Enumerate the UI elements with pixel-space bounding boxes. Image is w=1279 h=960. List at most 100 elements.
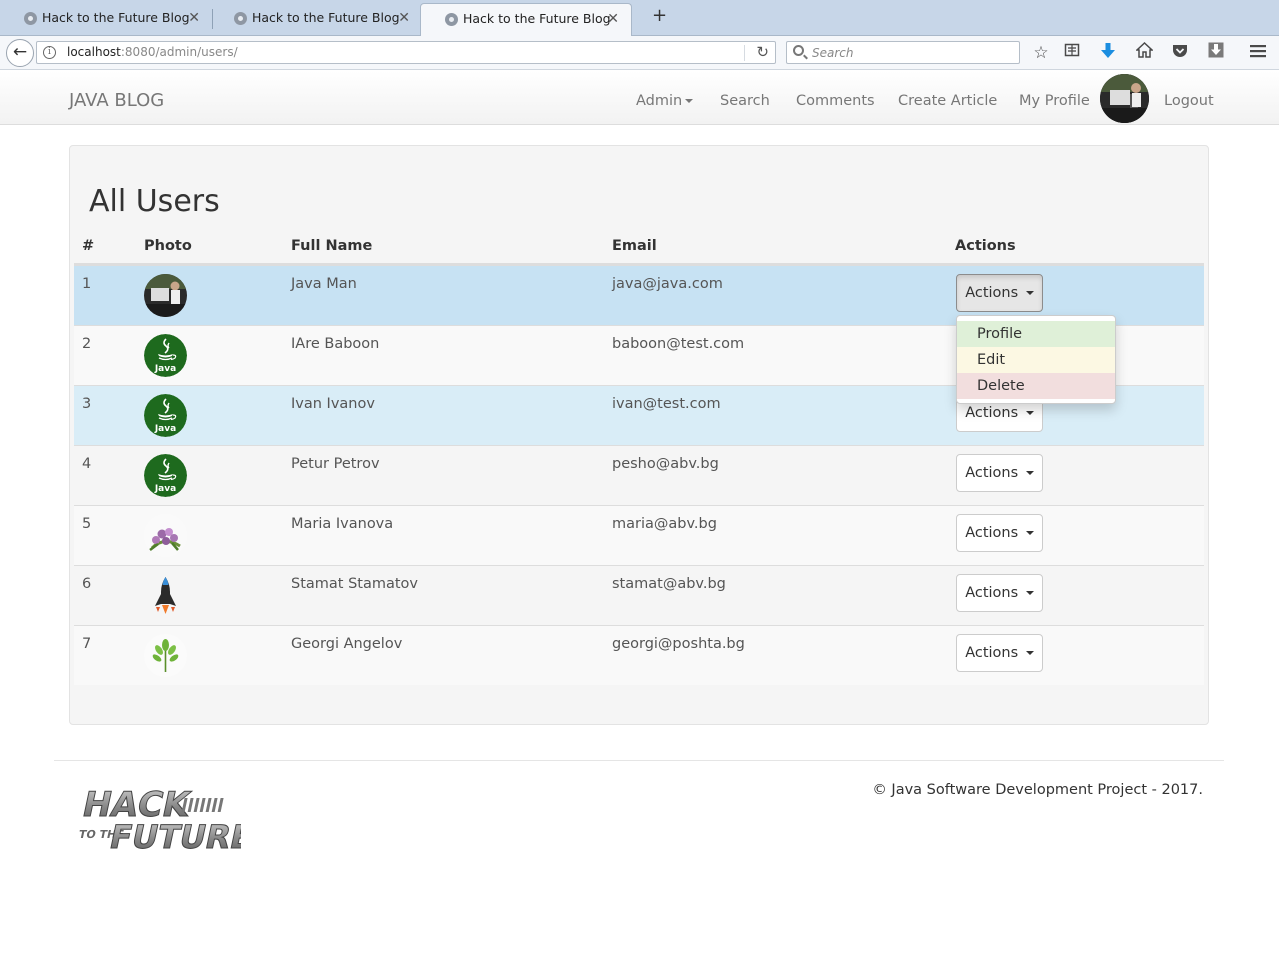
downloads-panel-icon[interactable]	[1205, 42, 1227, 64]
user-number: 5	[82, 516, 92, 532]
reading-list-icon[interactable]	[1061, 42, 1083, 64]
table-row: 5 Maria Ivanova maria@abv.bg Actions	[74, 505, 1204, 565]
search-icon	[793, 45, 804, 56]
user-full-name: Java Man	[291, 276, 357, 292]
user-full-name: Stamat Stamatov	[291, 576, 419, 592]
user-photo	[144, 274, 187, 317]
footer-divider	[54, 760, 1224, 761]
actions-button-label: Actions	[965, 525, 1019, 541]
tab-title: Hack to the Future Blog	[42, 10, 190, 25]
home-icon[interactable]	[1133, 41, 1155, 64]
column-header-number: #	[82, 238, 95, 254]
caret-down-icon	[1025, 411, 1034, 415]
table-row: 6 Stamat Stamatov stamat@abv.bg Actions	[74, 565, 1204, 625]
column-header-photo: Photo	[144, 238, 192, 254]
nav-search-link[interactable]: Search	[720, 93, 770, 109]
java-logo-text: Java	[154, 364, 176, 374]
user-photo	[144, 514, 187, 557]
copyright-text: © Java Software Development Project - 20…	[872, 782, 1203, 798]
column-header-actions: Actions	[955, 238, 1016, 254]
bookmark-star-icon[interactable]: ☆	[1030, 42, 1052, 64]
browser-tab[interactable]: Hack to the Future Blog ✕	[210, 3, 423, 36]
user-email: maria@abv.bg	[612, 516, 717, 532]
url-path: :8080/admin/users/	[120, 45, 238, 59]
nav-logout-link[interactable]: Logout	[1164, 93, 1214, 109]
nav-admin-label: Admin	[636, 93, 683, 109]
info-icon[interactable]: i	[43, 46, 56, 59]
close-icon[interactable]: ✕	[398, 3, 410, 33]
nav-create-article-link[interactable]: Create Article	[898, 93, 997, 109]
pocket-icon[interactable]	[1169, 42, 1191, 64]
user-number: 7	[82, 636, 92, 652]
dropdown-item-profile[interactable]: Profile	[957, 321, 1115, 347]
java-logo-icon: Java	[144, 454, 187, 497]
favicon-icon	[445, 13, 458, 26]
nav-comments-link[interactable]: Comments	[796, 93, 875, 109]
back-arrow-icon[interactable]: ←	[6, 39, 34, 67]
user-number: 6	[82, 576, 92, 592]
favicon-icon	[24, 12, 37, 25]
user-avatar[interactable]	[1100, 74, 1149, 123]
column-header-email: Email	[612, 238, 657, 254]
nav-my-profile-link[interactable]: My Profile	[1019, 93, 1090, 109]
actions-dropdown-button[interactable]: Actions	[956, 574, 1043, 612]
user-email: ivan@test.com	[612, 396, 721, 412]
favicon-icon	[234, 12, 247, 25]
actions-button-label: Actions	[965, 645, 1019, 661]
caret-down-icon	[1025, 531, 1034, 535]
actions-button-label: Actions	[965, 285, 1019, 301]
search-placeholder: Search	[812, 46, 854, 60]
user-number: 4	[82, 456, 92, 472]
actions-button-label: Actions	[965, 465, 1019, 481]
menu-hamburger-icon[interactable]	[1247, 42, 1269, 64]
caret-down-icon	[1025, 591, 1034, 595]
user-email: stamat@abv.bg	[612, 576, 726, 592]
url-separator	[744, 45, 745, 61]
user-number: 2	[82, 336, 92, 352]
tab-title: Hack to the Future Blog	[252, 10, 400, 25]
hack-to-the-future-logo: HACK TO THE FUTURE	[76, 782, 256, 857]
actions-button-label: Actions	[965, 585, 1019, 601]
tab-title: Hack to the Future Blog	[463, 11, 611, 26]
reload-icon[interactable]: ↻	[756, 43, 769, 61]
browser-tab[interactable]: Hack to the Future Blog ✕	[0, 3, 213, 36]
new-tab-icon[interactable]: +	[652, 5, 667, 26]
url-bar[interactable]: i localhost:8080/admin/users/ ↻	[36, 41, 776, 64]
browser-toolbar: ← i localhost:8080/admin/users/ ↻ Search	[0, 36, 1279, 70]
site-navbar: JAVA BLOG Admin Search Comments Create A…	[0, 71, 1279, 125]
page-title: All Users	[89, 184, 220, 219]
close-icon[interactable]: ✕	[607, 4, 619, 34]
actions-dropdown-button[interactable]: Actions	[956, 634, 1043, 672]
caret-down-icon	[1025, 471, 1034, 475]
dropdown-item-edit[interactable]: Edit	[957, 347, 1115, 373]
actions-dropdown-menu: Profile Edit Delete	[956, 315, 1116, 404]
actions-dropdown-button[interactable]: Actions	[956, 454, 1043, 492]
user-number: 3	[82, 396, 92, 412]
url-host: localhost	[67, 45, 121, 59]
table-row: 7 Georgi Angelov georgi@poshta.bg Action…	[74, 625, 1204, 685]
java-logo-text: Java	[154, 424, 176, 434]
user-email: baboon@test.com	[612, 336, 745, 352]
table-row: 4 Java Petur Petrov pesho@abv.bg Actions	[74, 445, 1204, 505]
close-icon[interactable]: ✕	[188, 3, 200, 33]
user-number: 1	[82, 276, 92, 292]
dropdown-item-delete[interactable]: Delete	[957, 373, 1115, 399]
actions-dropdown-button[interactable]: Actions	[956, 514, 1043, 552]
brand-link[interactable]: JAVA BLOG	[69, 90, 164, 111]
url-text: localhost:8080/admin/users/	[67, 45, 238, 59]
download-icon[interactable]	[1097, 42, 1119, 64]
user-email: pesho@abv.bg	[612, 456, 719, 472]
actions-button-label: Actions	[965, 405, 1019, 421]
browser-tab-active[interactable]: Hack to the Future Blog ✕	[420, 3, 632, 36]
user-email: georgi@poshta.bg	[612, 636, 745, 652]
svg-text:FUTURE: FUTURE	[106, 818, 241, 856]
browser-tabstrip: Hack to the Future Blog ✕ Hack to the Fu…	[0, 0, 1279, 36]
user-photo	[144, 634, 187, 677]
caret-down-icon	[1025, 291, 1034, 295]
java-logo-icon: Java	[144, 394, 187, 437]
nav-admin-dropdown[interactable]: Admin	[636, 93, 694, 109]
user-full-name: Petur Petrov	[291, 456, 380, 472]
user-full-name: Ivan Ivanov	[291, 396, 375, 412]
browser-search-input[interactable]: Search	[786, 41, 1020, 64]
actions-dropdown-button[interactable]: Actions	[956, 274, 1043, 312]
